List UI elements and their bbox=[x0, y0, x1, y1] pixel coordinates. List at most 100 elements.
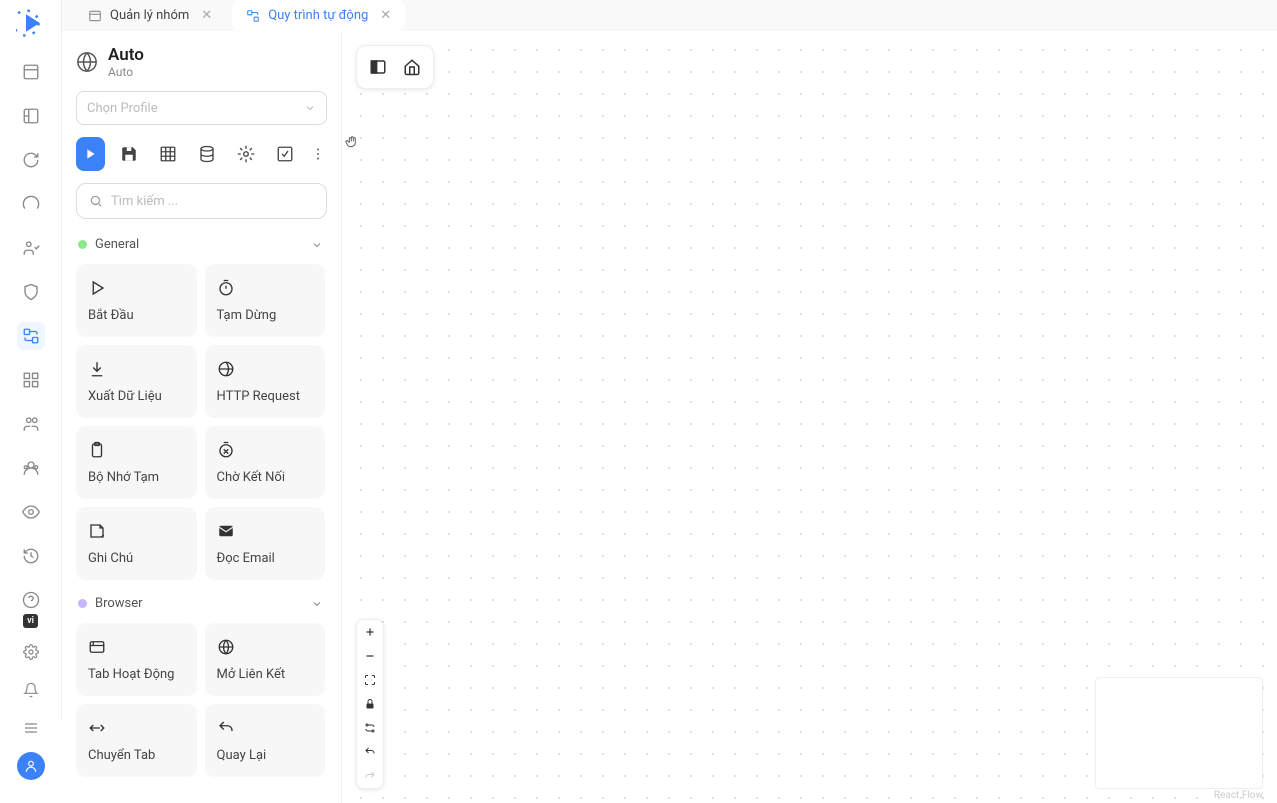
tab-automation[interactable]: Quy trình tự động ✕ bbox=[232, 0, 405, 31]
block-wait[interactable]: Chờ Kết Nối bbox=[205, 426, 326, 499]
tab-bar: Quản lý nhóm ✕ Quy trình tự động ✕ bbox=[62, 0, 1277, 31]
nav-item-team[interactable] bbox=[17, 234, 45, 262]
attribution: React Flow bbox=[1214, 790, 1263, 801]
category-header[interactable]: Browser bbox=[76, 592, 325, 615]
globe-icon bbox=[217, 637, 237, 657]
block-email[interactable]: Đọc Email bbox=[205, 507, 326, 580]
fit-view-button[interactable] bbox=[357, 668, 383, 692]
nav-item-extension[interactable] bbox=[17, 190, 45, 218]
category-general: General Bắt Đầu Tạm Dừng Xuất Dữ Liệu HT… bbox=[76, 233, 325, 580]
block-go-back[interactable]: Quay Lại bbox=[205, 704, 326, 777]
flow-icon bbox=[246, 9, 260, 23]
undo-icon bbox=[217, 718, 237, 738]
tab-icon bbox=[88, 637, 108, 657]
grab-cursor-icon bbox=[344, 134, 360, 150]
block-note[interactable]: Ghi Chú bbox=[76, 507, 197, 580]
undo-button[interactable] bbox=[357, 740, 383, 764]
category-header[interactable]: General bbox=[76, 233, 325, 256]
settings-button[interactable] bbox=[232, 137, 261, 171]
block-active-tab[interactable]: Tab Hoạt Động bbox=[76, 623, 197, 696]
category-dot bbox=[78, 599, 87, 608]
app-logo[interactable] bbox=[13, 8, 49, 38]
nav-item-dashboard[interactable] bbox=[17, 102, 45, 130]
more-button[interactable] bbox=[310, 146, 327, 162]
canvas-controls bbox=[356, 619, 384, 789]
nav-item-automation[interactable] bbox=[17, 322, 45, 350]
flow-canvas[interactable]: React Flow bbox=[342, 31, 1277, 803]
nav-item-history[interactable] bbox=[17, 542, 45, 570]
language-badge[interactable]: vi bbox=[23, 614, 38, 628]
chevron-down-icon bbox=[304, 102, 316, 114]
block-label: Tạm Dừng bbox=[217, 308, 314, 323]
run-button[interactable] bbox=[76, 137, 105, 171]
block-label: HTTP Request bbox=[217, 389, 314, 404]
tab-label: Quy trình tự động bbox=[268, 8, 368, 23]
block-label: Xuất Dữ Liệu bbox=[88, 389, 185, 404]
panel-subtitle: Auto bbox=[108, 65, 144, 79]
block-label: Tab Hoạt Động bbox=[88, 667, 185, 682]
nav-item-members[interactable] bbox=[17, 454, 45, 482]
menu-icon[interactable] bbox=[17, 714, 45, 742]
chevron-down-icon bbox=[311, 598, 323, 610]
home-button[interactable] bbox=[397, 52, 427, 82]
tab-groups[interactable]: Quản lý nhóm ✕ bbox=[74, 0, 226, 31]
category-dot bbox=[78, 240, 87, 249]
avatar[interactable] bbox=[17, 752, 45, 780]
category-label: Browser bbox=[95, 596, 143, 611]
database-button[interactable] bbox=[193, 137, 222, 171]
nav-item-apps[interactable] bbox=[17, 366, 45, 394]
category-label: General bbox=[95, 237, 139, 252]
profile-select[interactable]: Chọn Profile bbox=[76, 91, 327, 125]
zoom-in-button[interactable] bbox=[357, 620, 383, 644]
search-input[interactable] bbox=[111, 194, 314, 209]
mail-icon bbox=[217, 521, 237, 541]
redo-button[interactable] bbox=[357, 764, 383, 788]
profile-placeholder: Chọn Profile bbox=[87, 101, 158, 116]
play-icon bbox=[88, 278, 108, 298]
close-icon[interactable]: ✕ bbox=[201, 8, 212, 23]
nav-item-view[interactable] bbox=[17, 498, 45, 526]
tab-label: Quản lý nhóm bbox=[110, 8, 189, 23]
download-icon bbox=[88, 359, 108, 379]
nav-item-sync[interactable] bbox=[17, 146, 45, 174]
toolbar bbox=[76, 137, 327, 171]
close-icon[interactable]: ✕ bbox=[380, 8, 391, 23]
canvas-topbar bbox=[356, 45, 434, 89]
block-http[interactable]: HTTP Request bbox=[205, 345, 326, 418]
block-clipboard[interactable]: Bộ Nhớ Tạm bbox=[76, 426, 197, 499]
swap-icon bbox=[88, 718, 108, 738]
toggle-panel-button[interactable] bbox=[363, 52, 393, 82]
notification-icon[interactable] bbox=[17, 676, 45, 704]
block-label: Chuyển Tab bbox=[88, 748, 185, 763]
nav-rail: vi bbox=[0, 0, 62, 720]
save-button[interactable] bbox=[115, 137, 144, 171]
block-export[interactable]: Xuất Dữ Liệu bbox=[76, 345, 197, 418]
settings-icon[interactable] bbox=[17, 638, 45, 666]
globe-icon bbox=[76, 51, 98, 73]
globe-icon bbox=[217, 359, 237, 379]
panel-title: Auto bbox=[108, 45, 144, 65]
table-button[interactable] bbox=[154, 137, 183, 171]
export-button[interactable] bbox=[271, 137, 300, 171]
block-start[interactable]: Bắt Đầu bbox=[76, 264, 197, 337]
blocks-panel: Auto Auto Chọn Profile bbox=[62, 31, 342, 803]
block-label: Đọc Email bbox=[217, 551, 314, 566]
nav-item-users[interactable] bbox=[17, 410, 45, 438]
block-label: Bộ Nhớ Tạm bbox=[88, 470, 185, 485]
block-pause[interactable]: Tạm Dừng bbox=[205, 264, 326, 337]
block-open-link[interactable]: Mở Liên Kết bbox=[205, 623, 326, 696]
block-label: Bắt Đầu bbox=[88, 308, 185, 323]
timer-icon bbox=[217, 278, 237, 298]
search-box[interactable] bbox=[76, 183, 327, 219]
block-label: Quay Lại bbox=[217, 748, 314, 763]
category-browser: Browser Tab Hoạt Động Mở Liên Kết Chuyển… bbox=[76, 592, 325, 777]
window-icon bbox=[88, 9, 102, 23]
chevron-down-icon bbox=[311, 239, 323, 251]
lock-button[interactable] bbox=[357, 692, 383, 716]
nav-item-help[interactable] bbox=[17, 586, 45, 614]
zoom-out-button[interactable] bbox=[357, 644, 383, 668]
block-switch-tab[interactable]: Chuyển Tab bbox=[76, 704, 197, 777]
minimap[interactable] bbox=[1095, 677, 1263, 789]
nav-item-workspace[interactable] bbox=[17, 58, 45, 86]
nav-item-security[interactable] bbox=[17, 278, 45, 306]
